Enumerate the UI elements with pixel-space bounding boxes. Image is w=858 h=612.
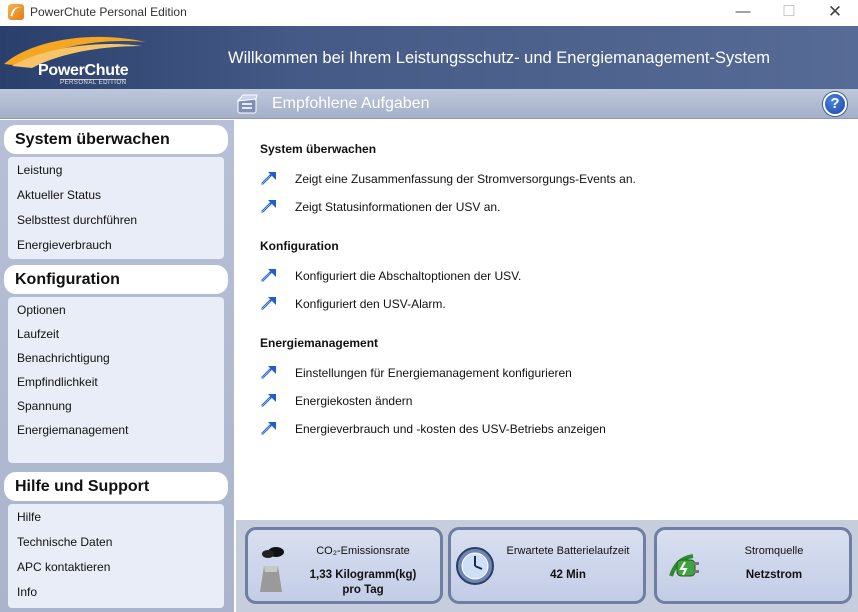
power-source-value: Netzstrom [745,569,803,581]
title-bar: PowerChute Personal Edition — ☐ ✕ [0,0,858,26]
arrow-link-icon [260,269,276,283]
co2-value-unit: pro Tag [342,584,384,596]
logo-text: PowerChute [38,62,129,79]
sidebar-item-selbsttest[interactable]: Selbsttest durchführen [17,213,137,227]
sidebar-section-monitor: System überwachen [4,125,228,154]
sidebar-help-items: Hilfe Technische Daten APC kontaktieren … [8,504,224,608]
battery-runtime-title: Erwartete Batterielaufzeit [506,545,630,557]
co2-title: CO₂-Emissionsrate [316,545,410,557]
sidebar-item-laufzeit[interactable]: Laufzeit [17,327,59,341]
app-header: PowerChute PERSONAL EDITION Willkommen b… [0,26,858,89]
sidebar-item-aktueller-status[interactable]: Aktueller Status [17,188,101,202]
sidebar-item-spannung[interactable]: Spannung [17,399,72,413]
logo-subtitle: PERSONAL EDITION [60,79,127,86]
sidebar-section-config: Konfiguration [4,265,228,294]
arrow-link-icon [260,394,276,408]
factory-smoke-icon [260,547,284,592]
sidebar-monitor-items: Leistung Aktueller Status Selbsttest dur… [8,157,224,259]
minimize-button[interactable]: — [720,0,766,26]
task-link[interactable]: Konfiguriert die Abschaltoptionen der US… [260,267,680,285]
header-title: Willkommen bei Ihrem Leistungsschutz- un… [228,49,770,67]
sidebar-item-optionen[interactable]: Optionen [17,303,66,317]
arrow-link-icon [260,422,276,436]
co2-value: 1,33 Kilogramm(kg) [309,569,417,581]
co2-card[interactable]: CO₂-Emissionsrate 1,33 Kilogramm(kg) pro… [245,527,443,604]
power-plug-icon [669,554,699,577]
arrow-link-icon [260,297,276,311]
sidebar-section-help: Hilfe und Support [4,472,228,501]
task-label: Energieverbrauch und -kosten des USV-Bet… [295,422,606,436]
task-link[interactable]: Einstellungen für Energiemanagement konf… [260,364,680,382]
sidebar-item-empfindlichkeit[interactable]: Empfindlichkeit [17,375,98,389]
clock-icon [456,547,494,585]
close-button[interactable]: ✕ [812,0,858,26]
task-link[interactable]: Zeigt Statusinformationen der USV an. [260,198,680,216]
sidebar-item-technische-daten[interactable]: Technische Daten [17,535,112,549]
task-label: Konfiguriert den USV-Alarm. [295,297,446,311]
sidebar-item-info[interactable]: Info [17,585,37,599]
battery-runtime-card[interactable]: Erwartete Batterielaufzeit 42 Min [448,527,646,604]
arrow-link-icon [260,200,276,214]
window-title: PowerChute Personal Edition [30,5,187,19]
sidebar-item-leistung[interactable]: Leistung [17,163,62,177]
battery-runtime-value: 42 Min [550,569,586,581]
sidebar-item-energiemanagement[interactable]: Energiemanagement [17,423,128,437]
help-icon[interactable]: ? [823,92,847,116]
tasks-box-icon [236,94,258,114]
sidebar-config-items: Optionen Laufzeit Benachrichtigung Empfi… [8,297,224,463]
group-title-config: Konfiguration [260,239,339,253]
power-source-card[interactable]: Stromquelle Netzstrom [654,527,852,604]
subbar-title: Empfohlene Aufgaben [272,95,430,112]
sidebar-item-hilfe[interactable]: Hilfe [17,510,41,524]
app-icon [8,4,24,20]
task-label: Energiekosten ändern [295,394,413,408]
sidebar-item-benachrichtigung[interactable]: Benachrichtigung [17,351,110,365]
power-source-title: Stromquelle [744,545,804,557]
task-label: Zeigt eine Zusammenfassung der Stromvers… [295,172,636,186]
group-title-monitor: System überwachen [260,142,377,156]
task-label: Einstellungen für Energiemanagement konf… [295,366,572,380]
sidebar: System überwachen Leistung Aktueller Sta… [0,120,234,612]
task-link[interactable]: Zeigt eine Zusammenfassung der Stromvers… [260,170,680,188]
task-label: Zeigt Statusinformationen der USV an. [295,200,501,214]
group-title-energy: Energiemanagement [260,336,379,350]
task-label: Konfiguriert die Abschaltoptionen der US… [295,269,522,283]
task-link[interactable]: Energieverbrauch und -kosten des USV-Bet… [260,420,680,438]
task-link[interactable]: Konfiguriert den USV-Alarm. [260,295,680,313]
arrow-link-icon [260,172,276,186]
task-link[interactable]: Energiekosten ändern [260,392,680,410]
sidebar-item-energieverbrauch[interactable]: Energieverbrauch [17,238,112,252]
recommended-tasks-bar: Empfohlene Aufgaben ? [0,89,858,119]
sidebar-item-apc-kontaktieren[interactable]: APC kontaktieren [17,560,110,574]
maximize-button[interactable]: ☐ [766,0,812,26]
arrow-link-icon [260,366,276,380]
